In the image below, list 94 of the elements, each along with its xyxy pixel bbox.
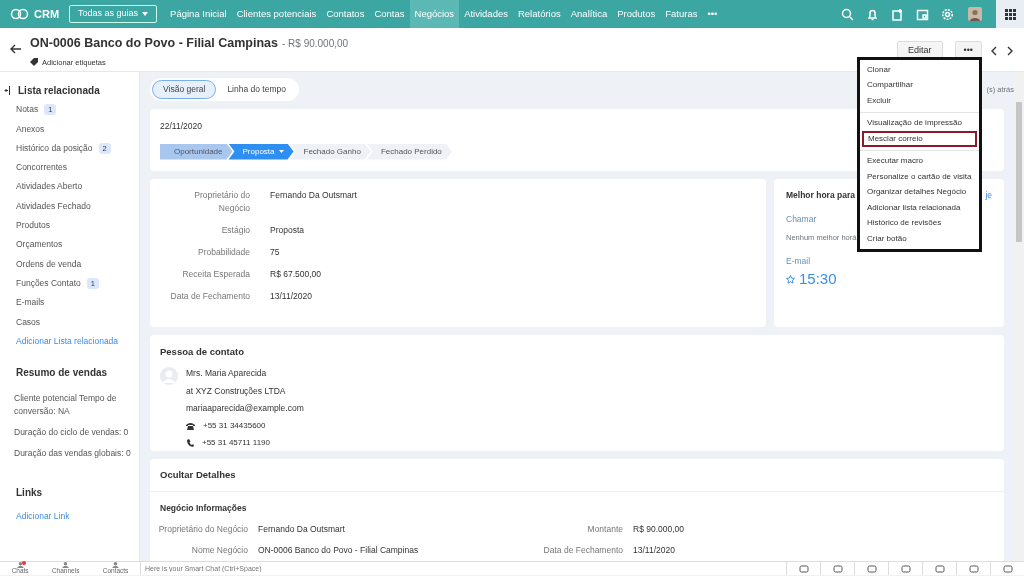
- contact-mobile: +55 31 45711 1190: [202, 437, 270, 449]
- details-title[interactable]: Ocultar Detalhes: [150, 458, 1004, 492]
- related-list-item[interactable]: Notas: [16, 103, 39, 116]
- menu-item[interactable]: Organizar detalhes Negócio: [860, 184, 979, 200]
- record-title: ON-0006 Banco do Povo - Filial Campinas: [30, 35, 278, 52]
- back-arrow-icon[interactable]: [10, 44, 22, 54]
- grid-icon: [1004, 8, 1016, 20]
- menu-item[interactable]: Histórico de revisões: [860, 215, 979, 231]
- related-list-item[interactable]: Histórico da posição: [16, 141, 93, 155]
- caret-icon: [142, 12, 149, 16]
- related-list-item[interactable]: Orçamentos: [16, 238, 63, 252]
- people-icon: [112, 562, 119, 568]
- record-amount: - R$ 90.000,00: [282, 37, 349, 51]
- scrollbar-thumb[interactable]: [1016, 102, 1022, 242]
- contact-email: mariaaparecida@example.com: [186, 402, 304, 415]
- field-label: Montante: [586, 522, 623, 536]
- best-time-link[interactable]: je: [985, 188, 992, 202]
- add-related-list-link[interactable]: Adicionar Lista relacionada: [16, 334, 119, 348]
- field-label: Receita Esperada: [181, 268, 250, 282]
- related-list-item[interactable]: Funções Contato: [16, 276, 81, 290]
- field-label: Proprietário do Negócio: [193, 188, 250, 215]
- people-icon: [62, 562, 70, 568]
- menu-item[interactable]: Personalize o cartão de visita: [860, 169, 979, 185]
- view-tab[interactable]: Visão geral: [152, 80, 217, 99]
- collapse-icon[interactable]: [4, 85, 10, 95]
- search-icon[interactable]: [841, 7, 854, 21]
- related-list-item[interactable]: Produtos: [16, 219, 51, 232]
- contact-title: Pessoa de contato: [160, 344, 245, 359]
- details-section-title: Negócio Informações: [159, 501, 248, 515]
- avatar-icon[interactable]: [968, 7, 982, 21]
- related-list-item[interactable]: Casos: [16, 315, 41, 329]
- related-list-item[interactable]: Concorrentes: [16, 161, 68, 174]
- field-value: 13/11/2020: [633, 544, 675, 557]
- call-label: Chamar: [786, 213, 817, 226]
- menu-item[interactable]: Criar botão: [860, 231, 979, 247]
- related-list-item[interactable]: E-mails: [16, 296, 45, 309]
- tag-icon: [30, 58, 38, 67]
- menu-item[interactable]: Excluir: [860, 93, 979, 109]
- logo-icon[interactable]: [10, 8, 30, 20]
- bell-icon[interactable]: [866, 7, 879, 21]
- field-label: Data de Fechamento: [169, 290, 250, 304]
- field-label: Proprietário do Negócio: [157, 522, 248, 536]
- related-list-item[interactable]: Anexos: [16, 122, 45, 136]
- menu-item[interactable]: Adicionar lista relacionada: [860, 200, 979, 216]
- star-icon: [786, 274, 795, 284]
- related-list-title: Lista relacionada: [18, 83, 100, 98]
- menu-item[interactable]: Executar macro: [860, 153, 979, 169]
- menu-item[interactable]: Clonar: [860, 62, 979, 78]
- calendar-icon[interactable]: [916, 7, 929, 21]
- apps-grid-button[interactable]: [996, 0, 1024, 28]
- links-title: Links: [15, 485, 44, 500]
- email-label: E-mail: [786, 255, 811, 268]
- related-list-item[interactable]: Ordens de venda: [16, 257, 82, 271]
- previous-icon[interactable]: [990, 46, 998, 56]
- add-note-icon[interactable]: [891, 7, 904, 21]
- add-link[interactable]: Adicionar Link: [0, 509, 139, 523]
- field-value: 13/11/2020: [270, 290, 312, 304]
- summary-text: Duração das vendas globais: 0: [13, 447, 132, 461]
- menu-item[interactable]: Visualização de impressão: [860, 115, 979, 131]
- field-value: R$ 67.500,00: [270, 268, 322, 282]
- stage-step[interactable]: Fechado Perdido: [366, 143, 452, 160]
- field-value: 75: [270, 246, 280, 259]
- people-icon: [16, 562, 24, 568]
- field-label: Nome Negócio: [190, 544, 248, 557]
- related-list-item[interactable]: Atividades Aberto: [16, 180, 83, 194]
- field-label: Probabilidade: [197, 246, 250, 259]
- settings-icon[interactable]: [941, 7, 954, 21]
- summary-text: Cliente potencial Tempo de conversão: NA: [13, 391, 118, 419]
- contact-phone: +55 31 34435600: [203, 420, 266, 432]
- contact-name: Mrs. Maria Aparecida: [186, 366, 268, 380]
- caret-icon: [278, 150, 284, 153]
- menu-item[interactable]: Compartilhar: [860, 77, 979, 93]
- next-icon[interactable]: [1006, 46, 1014, 56]
- contact-company: at XYZ Construções LTDA: [186, 384, 287, 398]
- field-value: Fernando Da Outsmart: [270, 188, 357, 202]
- field-value: Proposta: [270, 223, 305, 237]
- field-value: Fernando Da Outsmart: [258, 522, 346, 536]
- field-value: R$ 90.000,00: [633, 522, 685, 536]
- field-value: ON-0006 Banco do Povo - Filial Campinas: [258, 544, 420, 557]
- sales-summary-title: Resumo de vendas: [15, 365, 109, 380]
- stage-step[interactable]: Oportunidade: [160, 143, 233, 160]
- email-time: 15:30: [799, 269, 837, 289]
- stage-date: 22/11/2020: [160, 119, 202, 133]
- field-label: Estágio: [220, 223, 250, 237]
- stage-step[interactable]: Fechado Ganho: [289, 143, 371, 160]
- summary-text: Duração do ciclo de vendas: 0: [13, 426, 130, 440]
- menu-item[interactable]: Mesclar correio: [862, 131, 977, 147]
- best-time-title: Melhor hora para: [786, 188, 855, 202]
- view-tab[interactable]: Linha do tempo: [216, 80, 297, 99]
- app-logo-text: CRM: [34, 6, 60, 22]
- telephone-icon: [186, 422, 195, 430]
- field-label: Data de Fechamento: [542, 544, 623, 557]
- related-list-item[interactable]: Atividades Fechado: [16, 199, 91, 213]
- phone-handset-icon: [186, 439, 194, 447]
